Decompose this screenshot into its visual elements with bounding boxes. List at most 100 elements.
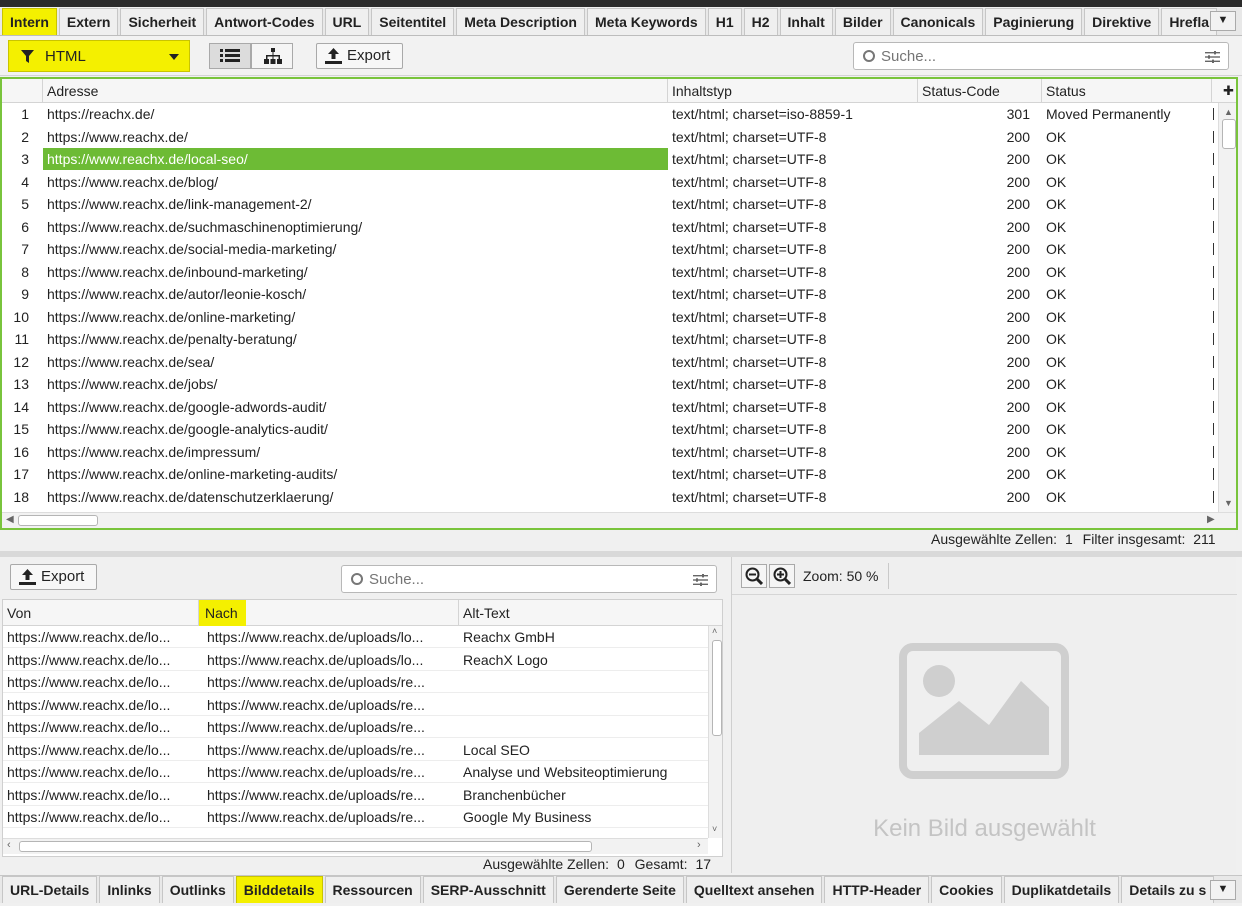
detail-table-row[interactable]: https://www.reachx.de/lo... https://www.r… — [3, 671, 708, 693]
tab-seitentitel[interactable]: Seitentitel — [371, 8, 455, 35]
cell-inhaltstyp[interactable]: text/html; charset=UTF-8 — [668, 148, 918, 170]
column-header-von[interactable]: Von — [3, 600, 199, 626]
horizontal-scroll-thumb[interactable] — [18, 515, 98, 526]
cell-adresse[interactable]: https://www.reachx.de/blog/ — [43, 171, 668, 193]
row-number[interactable]: 9 — [2, 283, 43, 305]
cell-von[interactable]: https://www.reachx.de/lo... — [3, 649, 199, 671]
tab-sicherheit[interactable]: Sicherheit — [120, 8, 205, 35]
table-row[interactable]: 17 https://www.reachx.de/online-marketing… — [2, 463, 1216, 485]
cell-inhaltstyp[interactable]: text/html; charset=UTF-8 — [668, 418, 918, 440]
tab-meta-description[interactable]: Meta Description — [456, 8, 585, 35]
table-row[interactable]: 2 https://www.reachx.de/text/html; charse… — [2, 126, 1216, 148]
row-number[interactable]: 10 — [2, 306, 43, 328]
cell-nach[interactable]: https://www.reachx.de/uploads/re... — [203, 761, 459, 783]
detail-table-row[interactable]: https://www.reachx.de/lo... https://www.r… — [3, 649, 708, 671]
table-row[interactable]: 9 https://www.reachx.de/autor/leonie-kosc… — [2, 283, 1216, 305]
cell-status-code[interactable]: 200 — [918, 486, 1042, 508]
table-row[interactable]: 3 https://www.reachx.de/local-seo/text/ht… — [2, 148, 1216, 170]
cell-status[interactable]: OK — [1042, 328, 1212, 350]
cell-inhaltstyp[interactable]: text/html; charset=UTF-8 — [668, 486, 918, 508]
cell-adresse[interactable]: https://www.reachx.de/google-adwords-aud… — [43, 396, 668, 418]
tab-extern[interactable]: Extern — [58, 8, 119, 35]
detail-vertical-scroll-thumb[interactable] — [712, 640, 722, 736]
row-number[interactable]: 3 — [2, 148, 43, 170]
tab-gerenderte-seite[interactable]: Gerenderte Seite — [555, 876, 684, 903]
table-row[interactable]: 7 https://www.reachx.de/social-media-mark… — [2, 238, 1216, 260]
cell-adresse[interactable]: https://www.reachx.de/datenschutzerklaer… — [43, 486, 668, 508]
row-number[interactable]: 5 — [2, 193, 43, 215]
cell-status[interactable]: OK — [1042, 418, 1212, 440]
column-header-status-code[interactable]: Status-Code — [918, 79, 1042, 103]
cell-adresse[interactable]: https://www.reachx.de/penalty-beratung/ — [43, 328, 668, 350]
cell-adresse[interactable]: https://www.reachx.de/link-management-2/ — [43, 193, 668, 215]
cell-alt-text[interactable]: Branchenbücher — [459, 784, 708, 806]
cell-inhaltstyp[interactable]: text/html; charset=UTF-8 — [668, 238, 918, 260]
cell-status[interactable]: OK — [1042, 351, 1212, 373]
cell-adresse[interactable]: https://www.reachx.de/social-media-marke… — [43, 238, 668, 260]
row-number[interactable]: 2 — [2, 126, 43, 148]
cell-inhaltstyp[interactable]: text/html; charset=UTF-8 — [668, 283, 918, 305]
export-button[interactable]: Export — [316, 43, 403, 69]
cell-nach[interactable]: https://www.reachx.de/uploads/re... — [203, 671, 459, 693]
zoom-out-button[interactable] — [741, 564, 767, 588]
row-number[interactable]: 13 — [2, 373, 43, 395]
vertical-scroll-thumb[interactable] — [1222, 119, 1236, 149]
cell-status[interactable]: OK — [1042, 148, 1212, 170]
tab-paginierung[interactable]: Paginierung — [985, 8, 1083, 35]
cell-status-code[interactable]: 200 — [918, 351, 1042, 373]
tab-bilddetails[interactable]: Bilddetails — [235, 876, 323, 903]
search-options-icon[interactable] — [693, 574, 708, 586]
tabs-overflow-chevron-icon[interactable]: ▼ — [1210, 11, 1236, 31]
cell-status[interactable]: OK — [1042, 238, 1212, 260]
cell-adresse[interactable]: https://www.reachx.de/local-seo/ — [43, 148, 668, 170]
cell-adresse[interactable]: https://www.reachx.de/ — [43, 126, 668, 148]
cell-nach[interactable]: https://www.reachx.de/uploads/re... — [203, 716, 459, 738]
cell-status-code[interactable]: 200 — [918, 193, 1042, 215]
tab-ressourcen[interactable]: Ressourcen — [324, 876, 421, 903]
cell-adresse[interactable]: https://reachx.de/ — [43, 103, 668, 125]
row-number[interactable]: 4 — [2, 171, 43, 193]
cell-inhaltstyp[interactable]: text/html; charset=UTF-8 — [668, 261, 918, 283]
filter-dropdown[interactable]: HTML — [8, 40, 190, 72]
horizontal-scrollbar[interactable]: ◀ ▶ — [2, 512, 1236, 528]
cell-status-code[interactable]: 200 — [918, 171, 1042, 193]
detail-search-input[interactable] — [369, 569, 669, 589]
row-number[interactable]: 14 — [2, 396, 43, 418]
table-row[interactable]: 18 https://www.reachx.de/datenschutzerkla… — [2, 486, 1216, 508]
column-header-nach[interactable]: Nach — [199, 600, 459, 626]
cell-von[interactable]: https://www.reachx.de/lo... — [3, 716, 199, 738]
row-number[interactable]: 8 — [2, 261, 43, 283]
cell-inhaltstyp[interactable]: text/html; charset=UTF-8 — [668, 216, 918, 238]
cell-nach[interactable]: https://www.reachx.de/uploads/lo... — [203, 649, 459, 671]
cell-inhaltstyp[interactable]: text/html; charset=UTF-8 — [668, 126, 918, 148]
table-row[interactable]: 4 https://www.reachx.de/blog/text/html; c… — [2, 171, 1216, 193]
cell-status[interactable]: OK — [1042, 486, 1212, 508]
cell-inhaltstyp[interactable]: text/html; charset=UTF-8 — [668, 171, 918, 193]
cell-adresse[interactable]: https://www.reachx.de/google-analytics-a… — [43, 418, 668, 440]
tab-h1[interactable]: H1 — [707, 8, 742, 35]
cell-alt-text[interactable]: Reachx GmbH — [459, 626, 708, 648]
scroll-up-icon[interactable]: ˄ — [712, 626, 717, 636]
cell-status[interactable]: OK — [1042, 261, 1212, 283]
row-number[interactable]: 7 — [2, 238, 43, 260]
list-view-button[interactable] — [209, 43, 251, 69]
detail-table-row[interactable]: https://www.reachx.de/lo... https://www.r… — [3, 784, 708, 806]
cell-status-code[interactable]: 200 — [918, 306, 1042, 328]
cell-status[interactable]: OK — [1042, 216, 1212, 238]
table-row[interactable]: 8 https://www.reachx.de/inbound-marketing… — [2, 261, 1216, 283]
cell-status[interactable]: OK — [1042, 306, 1212, 328]
tab-antwort-codes[interactable]: Antwort-Codes — [206, 8, 323, 35]
detail-table-row[interactable]: https://www.reachx.de/lo... https://www.r… — [3, 806, 708, 828]
cell-nach[interactable]: https://www.reachx.de/uploads/re... — [203, 694, 459, 716]
tab-direktive[interactable]: Direktive — [1084, 8, 1160, 35]
detail-table-row[interactable]: https://www.reachx.de/lo... https://www.r… — [3, 626, 708, 648]
cell-nach[interactable]: https://www.reachx.de/uploads/re... — [203, 784, 459, 806]
row-number[interactable]: 16 — [2, 441, 43, 463]
tab-url[interactable]: URL — [324, 8, 370, 35]
cell-status[interactable]: Moved Permanently — [1042, 103, 1212, 125]
cell-nach[interactable]: https://www.reachx.de/uploads/lo... — [203, 626, 459, 648]
scroll-right-icon[interactable]: ▶ — [1207, 514, 1215, 525]
cell-status-code[interactable]: 200 — [918, 216, 1042, 238]
detail-horizontal-scrollbar[interactable]: ‹ › — [3, 838, 708, 854]
cell-adresse[interactable]: https://www.reachx.de/autor/leonie-kosch… — [43, 283, 668, 305]
